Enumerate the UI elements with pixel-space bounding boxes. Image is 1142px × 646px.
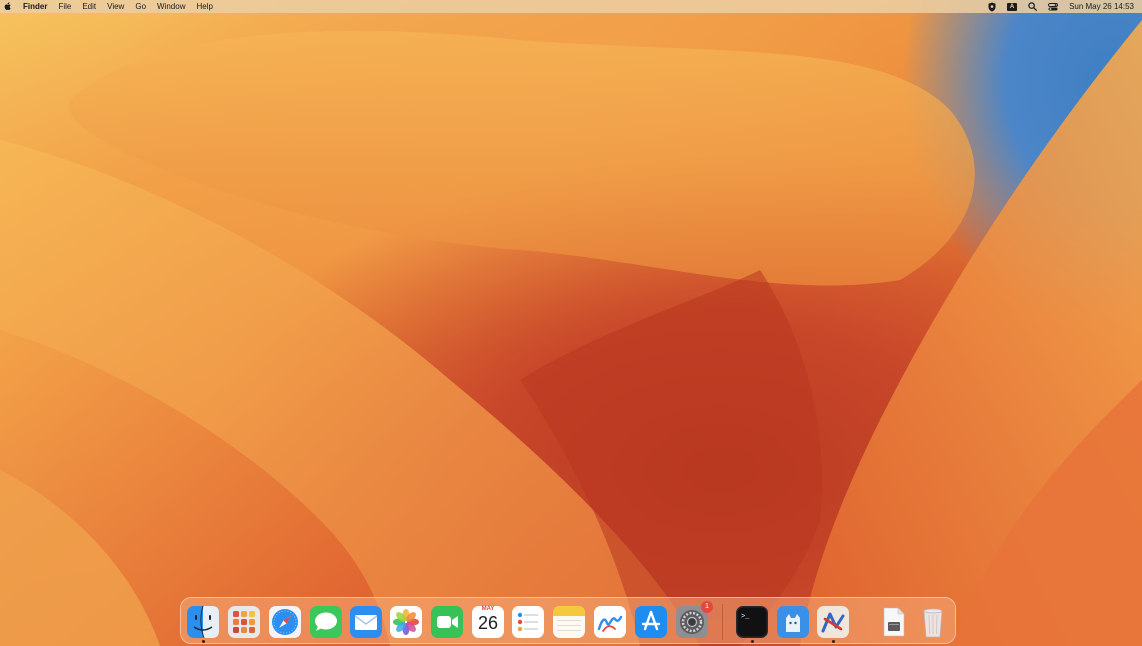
menu-file[interactable]: File [58, 0, 71, 13]
calendar-month: MAY [481, 606, 495, 612]
messages-icon [310, 606, 342, 638]
dock-mail[interactable] [349, 605, 383, 639]
dock-calendar[interactable]: MAY 26 [471, 605, 505, 639]
dock-separator [722, 604, 723, 640]
mail-icon [350, 606, 382, 638]
document-stack-icon [883, 607, 905, 637]
dock-launchpad[interactable] [227, 605, 261, 639]
menu-window[interactable]: Window [157, 0, 185, 13]
launchpad-icon [228, 606, 260, 638]
app-store-icon [635, 606, 667, 638]
cat-app-icon [777, 606, 809, 638]
terminal-prompt: >_ [741, 613, 750, 621]
app-menu-finder[interactable]: Finder [23, 0, 47, 13]
dock-system-settings[interactable]: 1 [675, 601, 713, 639]
reminders-icon [512, 606, 544, 638]
dock-notes[interactable] [552, 605, 586, 639]
menu-bar: Finder File Edit View Go Window Help A S… [0, 0, 1142, 13]
system-settings-badge: 1 [701, 601, 713, 613]
safari-icon [269, 606, 301, 638]
spotlight-search-icon[interactable] [1028, 0, 1038, 13]
dock-cyberduck[interactable] [776, 605, 810, 639]
apple-menu-icon[interactable] [4, 2, 13, 12]
facetime-icon [431, 606, 463, 638]
menu-view[interactable]: View [107, 0, 124, 13]
dock-freeform[interactable] [593, 605, 627, 639]
dock-finder[interactable] [186, 605, 220, 639]
trash-icon [923, 608, 943, 638]
dock-app-store[interactable] [634, 605, 668, 639]
textmate-running-indicator [832, 640, 835, 643]
menu-edit[interactable]: Edit [82, 0, 96, 13]
terminal-running-indicator [751, 640, 754, 643]
notes-icon [553, 606, 585, 638]
dock-downloads[interactable] [876, 605, 910, 639]
calendar-day: 26 [477, 613, 499, 633]
photos-icon [390, 606, 422, 638]
vpn-shield-icon[interactable] [988, 0, 996, 13]
dock-facetime[interactable] [430, 605, 464, 639]
finder-icon [187, 605, 219, 639]
dock-messages[interactable] [309, 605, 343, 639]
input-source-icon[interactable]: A [1007, 0, 1018, 13]
input-source-label: A [1007, 2, 1018, 11]
finder-running-indicator [202, 640, 205, 643]
freeform-icon [594, 606, 626, 638]
wallpaper-petals [0, 20, 1142, 646]
menu-go[interactable]: Go [135, 0, 146, 13]
dock-photos[interactable] [389, 605, 423, 639]
dock-trash[interactable] [916, 605, 950, 639]
dock-reminders[interactable] [511, 605, 545, 639]
terminal-icon: >_ [736, 606, 768, 638]
textmate-icon [817, 606, 849, 638]
menubar-clock[interactable]: Sun May 26 14:53 [1069, 0, 1134, 13]
menu-help[interactable]: Help [196, 0, 212, 13]
dock-safari[interactable] [268, 605, 302, 639]
dock-textmate[interactable] [816, 605, 850, 639]
desktop-wallpaper [0, 0, 1142, 646]
control-center-icon[interactable] [1048, 0, 1059, 13]
dock-terminal[interactable]: >_ [735, 605, 769, 639]
